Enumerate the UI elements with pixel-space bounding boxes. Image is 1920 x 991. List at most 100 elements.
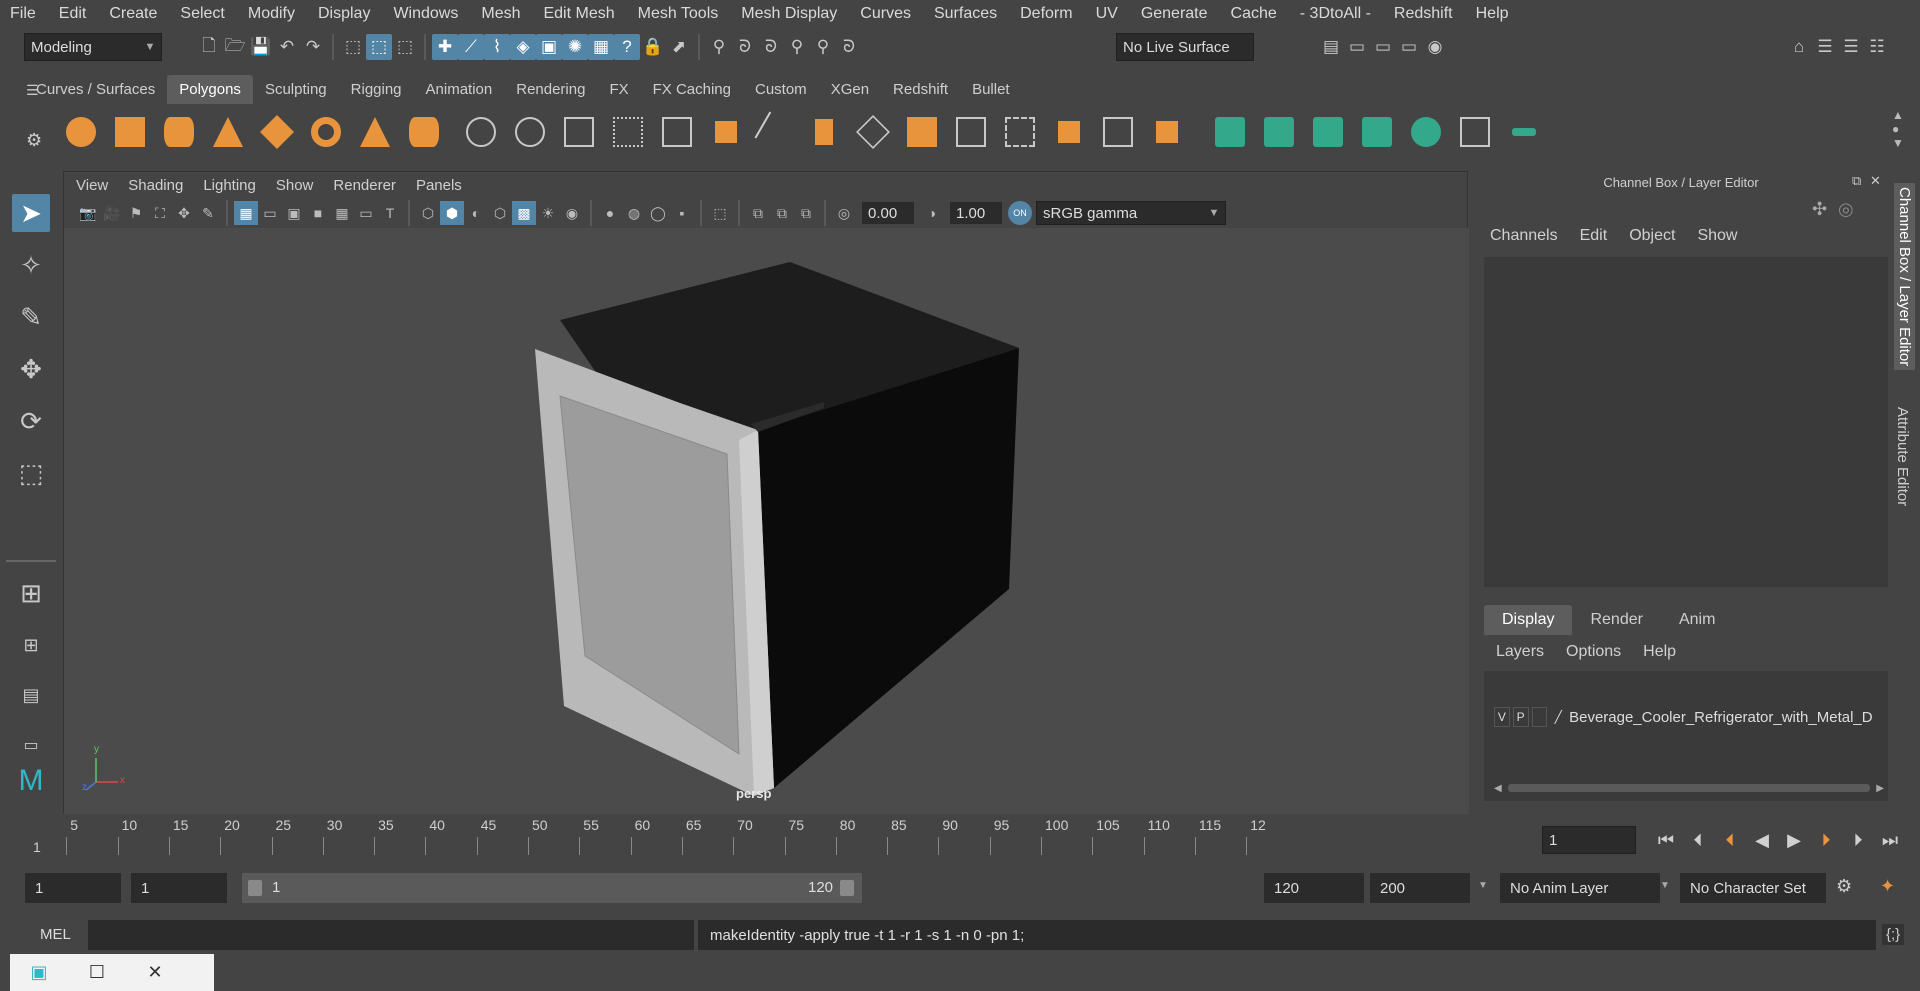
film-gate-icon[interactable]: ▭ [258,201,282,225]
menu-help[interactable]: Help [1476,5,1509,23]
uv-editor-icon[interactable] [1211,113,1249,151]
viewport-menu-panels[interactable]: Panels [416,177,462,194]
go-to-end-icon[interactable]: ⏭ [1874,826,1906,854]
bevel-cube-icon[interactable] [658,113,696,151]
channel-box-side-tab[interactable]: Channel Box / Layer Editor [1894,183,1915,371]
shelf-settings-icon[interactable]: ⚙ [26,130,42,151]
planar-map-icon[interactable] [1260,113,1298,151]
character-icon[interactable]: ✦ [1880,876,1895,897]
menu-file[interactable]: File [10,5,36,23]
anim-layer-field[interactable]: No Anim Layer [1500,873,1660,903]
layout-icon[interactable]: ▭ [12,726,50,764]
persp-outliner-icon[interactable]: ▤ [12,676,50,714]
curve-snap-icon[interactable]: ᘐ [758,34,784,60]
render-global-icon[interactable]: ▭ [1396,34,1422,60]
viewport-menu-shading[interactable]: Shading [128,177,183,194]
move-tool-icon[interactable]: ✥ [12,350,50,388]
shelf-tab-rendering[interactable]: Rendering [504,75,597,104]
step-forward-frame-icon[interactable]: ⏵ [1842,826,1874,854]
safe-title-icon[interactable]: T [378,201,402,225]
character-set-field[interactable]: No Character Set [1680,873,1826,903]
live-snap-icon[interactable]: ᘐ [836,34,862,60]
shelf-tab-redshift[interactable]: Redshift [881,75,960,104]
snap-surface-icon[interactable]: ▣ [536,34,562,60]
undo-icon[interactable]: ↶ [274,34,300,60]
close-window-icon[interactable]: ✕ [126,962,184,983]
auto-map-icon[interactable] [1358,113,1396,151]
new-scene-icon[interactable]: 🗋 [196,34,222,60]
combine-icon[interactable] [462,113,500,151]
channel-box-icon[interactable]: ☷ [1864,34,1890,60]
viewport-menu-renderer[interactable]: Renderer [333,177,396,194]
menu-deform[interactable]: Deform [1020,5,1072,23]
exposure-icon[interactable]: ◎ [832,201,856,225]
shelf-tab-fx-caching[interactable]: FX Caching [641,75,743,104]
layer-tab-display[interactable]: Display [1484,605,1573,635]
poly-pipe-icon[interactable] [405,113,443,151]
playback-end-field[interactable]: 120 [1264,873,1364,903]
menu-cache[interactable]: Cache [1231,5,1277,23]
shelf-scroll-icon[interactable]: ▲ ● ▼ [1892,108,1904,150]
menu-mesh[interactable]: Mesh [481,5,520,23]
ipr-icon[interactable]: ▭ [1370,34,1396,60]
snap-curve-icon[interactable]: ⟋ [458,34,484,60]
menu-mesh-display[interactable]: Mesh Display [741,5,837,23]
menu-select[interactable]: Select [180,5,224,23]
channel-menu-edit[interactable]: Edit [1580,227,1608,245]
help-icon[interactable]: ? [614,34,640,60]
float-panel-icon[interactable]: ⧉ [1852,173,1861,189]
menu-3dtoall[interactable]: - 3DtoAll - [1300,5,1371,23]
channel-menu-show[interactable]: Show [1697,227,1737,245]
scale-tool-icon[interactable]: ⬚ [12,454,50,492]
shelf-tab-rigging[interactable]: Rigging [339,75,414,104]
command-input[interactable] [88,920,694,950]
gate-mask-icon[interactable]: ■ [306,201,330,225]
time-slider[interactable]: 1 5 10 15 20 25 30 35 40 45 50 55 60 65 70 75 80 85 90 95 10… [25,817,1533,859]
single-perspective-icon[interactable]: ⊞ [12,574,50,612]
shelf-tab-polygons[interactable]: Polygons [167,75,253,104]
snap-point-icon[interactable]: ⌇ [484,34,510,60]
scroll-thumb[interactable] [1507,784,1871,792]
manipulator-icon[interactable]: ✣ [1812,199,1827,220]
lock-icon[interactable]: 🔒 [640,34,666,60]
surface-snap-icon[interactable]: ⚲ [810,34,836,60]
xray-joints-icon[interactable]: ⧉ [770,201,794,225]
render-settings-icon[interactable]: ▤ [1318,34,1344,60]
safe-action-icon[interactable]: ▭ [354,201,378,225]
playback-toggle[interactable]: P [1512,707,1529,727]
mirror-icon[interactable] [1001,113,1039,151]
point-snap-icon[interactable]: ⚲ [784,34,810,60]
gamma-icon[interactable]: ◑ [920,201,944,225]
unfold-icon[interactable] [1407,113,1445,151]
layer-row[interactable]: V P ╱ Beverage_Cooler_Refrigerator_with_… [1494,705,1884,729]
redo-icon[interactable]: ↷ [300,34,326,60]
menu-curves[interactable]: Curves [860,5,911,23]
camera-attr-icon[interactable]: 🎥 [100,201,124,225]
attribute-editor-icon[interactable]: ☰ [1838,34,1864,60]
live-surface-field[interactable]: No Live Surface [1116,33,1254,61]
play-backward-icon[interactable]: ◀ [1746,826,1778,854]
mode-dropdown[interactable]: Modeling ▼ [24,33,162,61]
2d-pan-icon[interactable]: ✥ [172,201,196,225]
rotate-tool-icon[interactable]: ⟳ [12,402,50,440]
workspace-icon[interactable]: ⌂ [1786,34,1812,60]
smooth-shade-icon[interactable]: ⬢ [440,201,464,225]
step-forward-key-icon[interactable]: ⏵ [1810,826,1842,854]
chevron-down-icon[interactable]: ▼ [1660,880,1670,891]
resolution-gate-icon[interactable]: ▣ [282,201,306,225]
viewport-menu-show[interactable]: Show [276,177,314,194]
xray-active-icon[interactable]: ⧉ [794,201,818,225]
step-back-frame-icon[interactable]: ⏴ [1682,826,1714,854]
layer-tab-anim[interactable]: Anim [1661,605,1733,635]
shelf-tab-bullet[interactable]: Bullet [960,75,1022,104]
magnet-icon[interactable]: ⬈ [666,34,692,60]
poke-icon[interactable] [1148,113,1186,151]
menu-mesh-tools[interactable]: Mesh Tools [638,5,719,23]
layer-menu-layers[interactable]: Layers [1496,643,1544,661]
hypershade-icon[interactable]: ◉ [1422,34,1448,60]
lasso-icon[interactable]: ᘐ [732,34,758,60]
poly-pyramid-icon[interactable] [356,113,394,151]
four-view-icon[interactable]: ⊞ [12,626,50,664]
menu-uv[interactable]: UV [1096,5,1118,23]
select-tool-icon[interactable]: ➤ [12,194,50,232]
